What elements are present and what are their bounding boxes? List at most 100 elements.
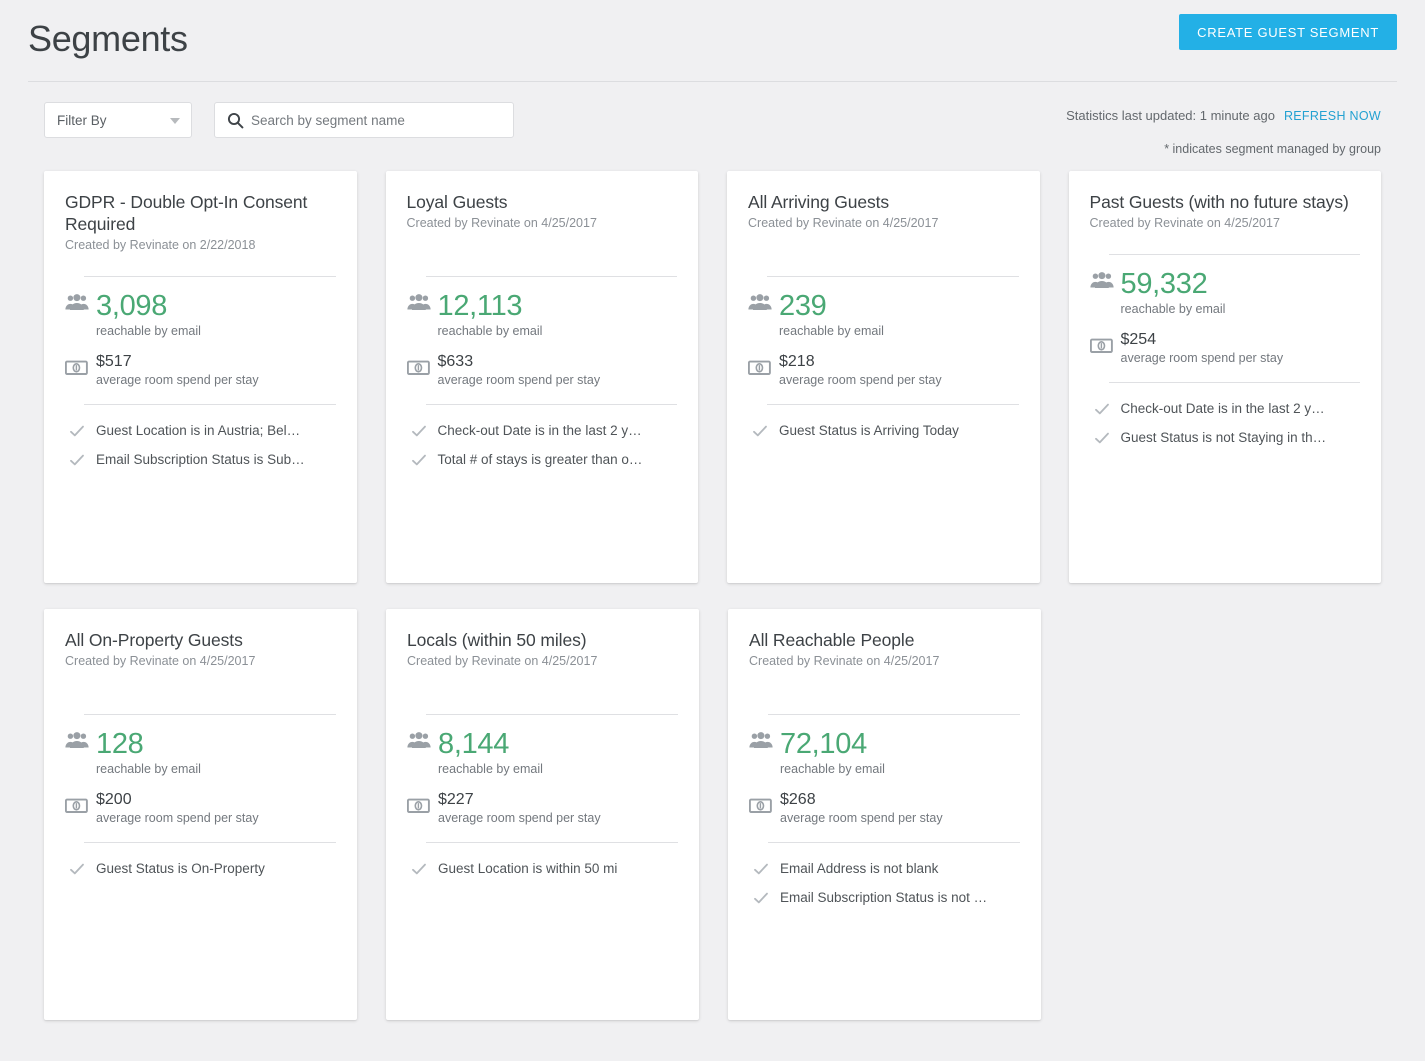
segment-card-title: Past Guests (with no future stays) — [1089, 192, 1349, 212]
segment-card-subtitle: Created by Revinate on 4/25/2017 — [749, 654, 940, 668]
segment-criteria-list: Guest Status is On-Property — [65, 860, 336, 878]
criterion-text: Email Address is not blank — [780, 861, 939, 876]
segment-card-row: All On-Property Guests Created by Revina… — [44, 609, 1381, 1020]
banknote-icon — [406, 360, 431, 380]
header-divider — [28, 81, 1397, 82]
search-segment-box[interactable] — [214, 102, 514, 138]
segment-criteria-list: Check-out Date is in the last 2 y… Guest… — [1090, 400, 1361, 447]
segment-card[interactable]: All On-Property Guests Created by Revina… — [44, 609, 357, 1020]
spend-value: $200 — [96, 791, 132, 808]
people-group-icon — [65, 293, 89, 313]
criterion-text: Email Subscription Status is not … — [780, 890, 988, 905]
segment-card-title: All On-Property Guests — [65, 630, 243, 650]
people-group-icon — [407, 731, 431, 751]
page-header: Segments CREATE GUEST SEGMENT — [0, 0, 1425, 81]
card-divider-bottom — [768, 842, 1020, 843]
statistics-status: Statistics last updated: 1 minute ago REF… — [1066, 107, 1381, 125]
segment-criteria-list: Guest Status is Arriving Today — [748, 422, 1019, 440]
criterion-text: Guest Location is within 50 mi — [438, 861, 618, 876]
segment-card[interactable]: Loyal Guests Created by Revinate on 4/25… — [385, 171, 698, 583]
segment-card[interactable]: All Reachable People Created by Revinate… — [728, 609, 1041, 1020]
segment-card[interactable]: Past Guests (with no future stays) Creat… — [1068, 171, 1381, 583]
criterion-text: Guest Status is Arriving Today — [779, 423, 959, 438]
card-divider-top — [768, 714, 1020, 715]
reachable-count: 3,098 — [96, 290, 168, 322]
segment-card-title: GDPR - Double Opt-In Consent Required — [65, 192, 308, 234]
create-guest-segment-button[interactable]: CREATE GUEST SEGMENT — [1179, 14, 1397, 50]
segment-card[interactable]: GDPR - Double Opt-In Consent Required Cr… — [44, 171, 357, 583]
segment-card-subtitle: Created by Revinate on 4/25/2017 — [407, 654, 598, 668]
spend-value: $218 — [779, 353, 815, 370]
criterion-item: Total # of stays is greater than o… — [407, 451, 678, 469]
spend-label: average room spend per stay — [780, 811, 943, 825]
reachable-count: 72,104 — [780, 728, 867, 760]
segment-criteria-list: Guest Location is in Austria; Bel… Email… — [65, 422, 336, 469]
spend-metric: $633 average room spend per stay — [406, 351, 678, 389]
people-group-icon — [749, 731, 773, 751]
chevron-down-icon — [170, 118, 180, 124]
search-icon — [227, 112, 244, 129]
segment-criteria-list: Email Address is not blank Email Subscri… — [749, 860, 1020, 907]
people-group-icon — [748, 293, 772, 313]
segments-page: Segments CREATE GUEST SEGMENT Filter By … — [0, 0, 1425, 1061]
spend-label: average room spend per stay — [96, 373, 259, 387]
banknote-icon — [1089, 338, 1114, 358]
criterion-item: Guest Status is Arriving Today — [748, 422, 1019, 440]
spend-value: $254 — [1120, 331, 1157, 348]
spend-label: average room spend per stay — [96, 811, 259, 825]
segment-metrics: 59,332 reachable by email $254 average r… — [1089, 267, 1361, 367]
filter-by-label: Filter By — [57, 113, 107, 128]
segment-card-row: GDPR - Double Opt-In Consent Required Cr… — [44, 171, 1381, 583]
checkmark-icon — [754, 863, 768, 876]
card-divider-bottom — [1108, 382, 1360, 383]
page-title: Segments — [28, 18, 188, 59]
reachable-label: reachable by email — [1120, 302, 1226, 316]
banknote-icon — [64, 798, 89, 818]
checkmark-icon — [70, 425, 84, 438]
reachable-metric: 3,098 reachable by email — [65, 289, 336, 340]
spend-label: average room spend per stay — [437, 373, 601, 387]
segment-card-title: Locals (within 50 miles) — [407, 630, 587, 650]
spend-value: $227 — [438, 791, 474, 808]
card-divider-top — [84, 714, 336, 715]
segment-card[interactable]: Locals (within 50 miles) Created by Revi… — [386, 609, 699, 1020]
segment-card-subtitle: Created by Revinate on 2/22/2018 — [65, 238, 256, 252]
card-divider-top — [425, 276, 677, 277]
spend-label: average room spend per stay — [779, 373, 942, 387]
criterion-text: Email Subscription Status is Sub… — [96, 452, 305, 467]
people-group-icon — [1089, 271, 1114, 291]
spend-metric: $254 average room spend per stay — [1089, 329, 1361, 367]
criterion-text: Guest Status is On-Property — [96, 861, 265, 876]
criterion-item: Check-out Date is in the last 2 y… — [1090, 400, 1361, 418]
reachable-label: reachable by email — [780, 762, 885, 776]
search-input[interactable] — [251, 103, 509, 137]
criterion-text: Guest Status is not Staying in th… — [1120, 430, 1327, 445]
spend-metric: $200 average room spend per stay — [64, 789, 336, 827]
segment-card[interactable]: All Arriving Guests Created by Revinate … — [727, 171, 1040, 583]
reachable-label: reachable by email — [96, 762, 201, 776]
spend-value: $517 — [96, 353, 132, 370]
people-group-icon — [65, 731, 89, 751]
refresh-now-link[interactable]: REFRESH NOW — [1284, 109, 1381, 123]
filter-by-dropdown[interactable]: Filter By — [44, 102, 192, 138]
segment-card-subtitle: Created by Revinate on 4/25/2017 — [1089, 216, 1280, 230]
spend-label: average room spend per stay — [1120, 351, 1284, 365]
segment-card-title: All Arriving Guests — [748, 192, 890, 212]
spend-metric: $268 average room spend per stay — [748, 789, 1020, 827]
criterion-item: Guest Status is not Staying in th… — [1090, 429, 1361, 447]
criterion-text: Guest Location is in Austria; Bel… — [96, 423, 301, 438]
checkmark-icon — [753, 425, 767, 438]
reachable-metric: 72,104 reachable by email — [749, 727, 1020, 778]
people-group-icon — [406, 293, 431, 313]
checkmark-icon — [411, 454, 426, 467]
spend-value: $268 — [780, 791, 816, 808]
segment-metrics: 3,098 reachable by email $517 average ro… — [64, 289, 336, 389]
banknote-icon — [747, 360, 772, 380]
segment-metrics: 128 reachable by email $200 average room… — [64, 727, 336, 827]
segment-card-subtitle: Created by Revinate on 4/25/2017 — [65, 654, 256, 668]
criterion-item: Email Subscription Status is not … — [749, 889, 1020, 907]
segment-card-grid: GDPR - Double Opt-In Consent Required Cr… — [44, 171, 1381, 1046]
spend-metric: $227 average room spend per stay — [406, 789, 678, 827]
segment-criteria-list: Guest Location is within 50 mi — [407, 860, 678, 878]
banknote-icon — [406, 798, 431, 818]
